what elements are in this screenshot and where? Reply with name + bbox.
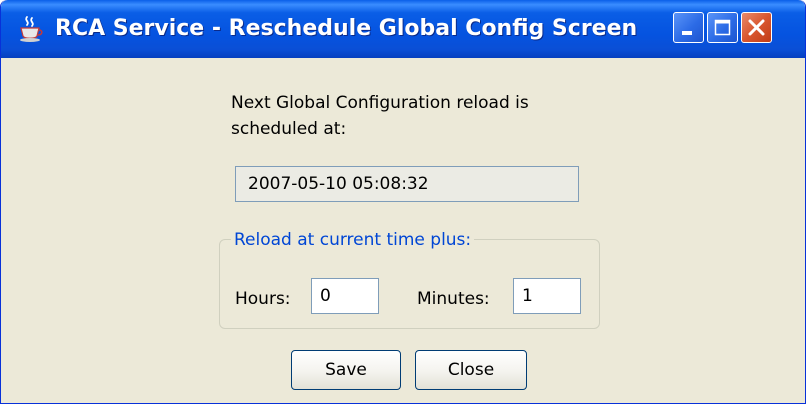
- save-button[interactable]: Save: [291, 350, 401, 390]
- java-coffee-cup-icon: [20, 16, 43, 42]
- hours-label: Hours:: [235, 289, 291, 309]
- dialog-window: RCA Service - Reschedule Global Config S…: [0, 0, 806, 404]
- close-button[interactable]: Close: [415, 350, 527, 390]
- minimize-button[interactable]: [673, 12, 704, 43]
- window-title: RCA Service - Reschedule Global Config S…: [55, 16, 638, 41]
- title-bar[interactable]: RCA Service - Reschedule Global Config S…: [1, 0, 805, 58]
- close-icon: [748, 19, 765, 36]
- minutes-label: Minutes:: [417, 289, 490, 309]
- close-window-button[interactable]: [741, 12, 772, 43]
- maximize-button[interactable]: [707, 12, 738, 43]
- minimize-icon: [682, 31, 692, 35]
- hours-input[interactable]: 0: [311, 278, 379, 314]
- reload-offset-group-title: Reload at current time plus:: [231, 229, 475, 251]
- schedule-info-line-1: Next Global Configuration reload is: [231, 93, 529, 113]
- scheduled-datetime-field: 2007-05-10 05:08:32: [235, 166, 579, 202]
- schedule-info-line-2: scheduled at:: [231, 119, 347, 139]
- maximize-icon: [714, 19, 731, 36]
- dialog-content: Next Global Configuration reload is sche…: [1, 58, 805, 403]
- minutes-input[interactable]: 1: [513, 278, 581, 314]
